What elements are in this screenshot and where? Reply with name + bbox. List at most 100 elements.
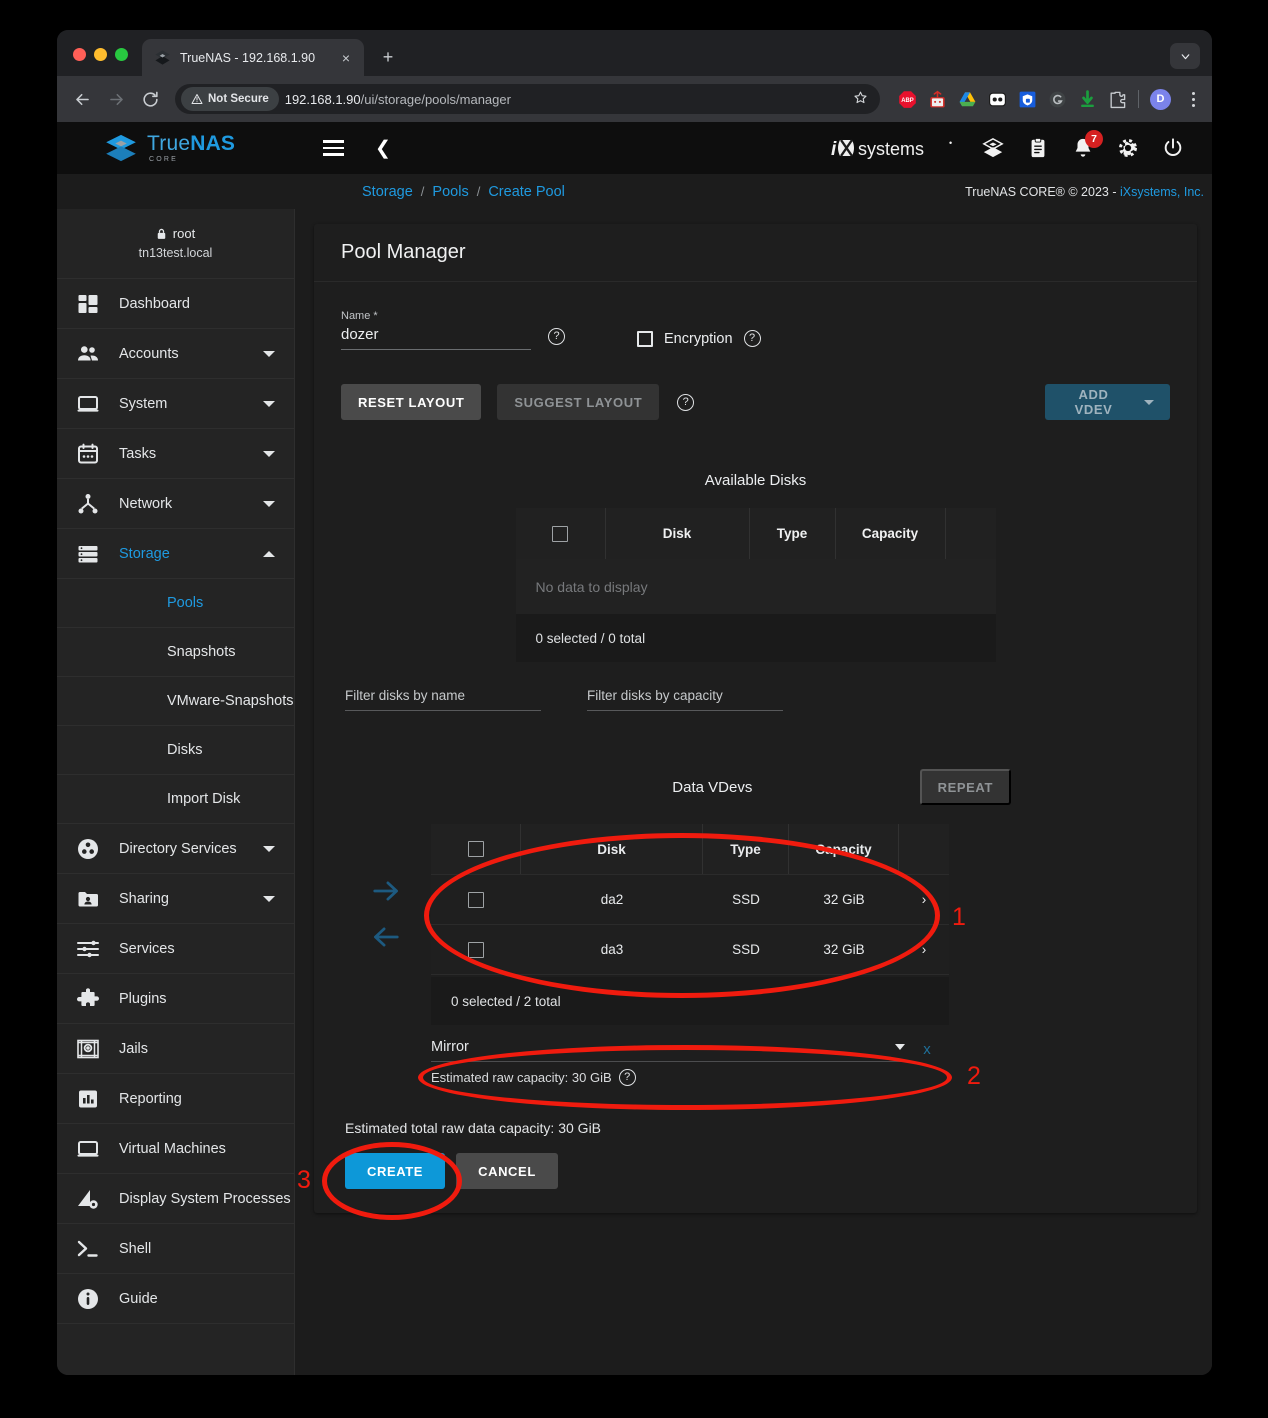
hamburger-menu-icon[interactable] [323,140,344,156]
row-checkbox-cell[interactable] [431,875,521,924]
column-header-disk[interactable]: Disk [606,508,750,559]
browser-tab[interactable]: TrueNAS - 192.168.1.90 × [142,39,364,76]
row-expand-chevron-right-icon[interactable]: › [899,925,949,974]
jobs-clipboard-icon[interactable] [1027,137,1049,159]
sidebar-item-snapshots[interactable]: Snapshots [57,628,294,677]
reload-button[interactable] [135,84,165,114]
sidebar-item-display-system-processes[interactable]: Display System Processes [57,1174,294,1224]
ixsystems-link[interactable]: iXsystems, Inc. [1120,185,1204,199]
estimated-raw-capacity-help-icon[interactable]: ? [618,1069,636,1086]
reset-layout-button[interactable]: RESET LAYOUT [341,384,482,420]
cancel-button[interactable]: CANCEL [456,1153,558,1189]
row-checkbox-cell[interactable] [431,925,521,974]
row-expand-chevron-right-icon[interactable]: › [899,875,949,924]
vdev-select-all-cell[interactable] [431,824,521,874]
sidebar-item-plugins[interactable]: Plugins [57,974,294,1024]
column-header-capacity[interactable]: Capacity [836,508,946,559]
window-close-button[interactable] [73,48,86,61]
pool-name-help-icon[interactable]: ? [548,328,565,345]
arrow-left-icon[interactable] [371,922,401,952]
back-button[interactable] [67,84,97,114]
sidebar-item-directory-services[interactable]: Directory Services [57,824,294,874]
chevron-down-icon[interactable] [263,845,275,852]
column-header-type[interactable]: Type [750,508,836,559]
new-tab-button[interactable]: + [374,43,402,71]
vdev-layout-select[interactable]: Mirror [431,1039,905,1062]
tab-list-chevron-down-icon[interactable] [1170,43,1200,69]
arrow-right-icon[interactable] [371,876,401,906]
security-status-badge[interactable]: Not Secure [181,87,279,111]
repeat-button[interactable]: REPEAT [919,769,1011,805]
chevron-down-icon[interactable] [263,450,275,457]
table-row[interactable]: da2 SSD 32 GiB › [431,875,949,925]
sidebar-item-dashboard[interactable]: Dashboard [57,279,294,329]
sidebar-item-reporting[interactable]: Reporting [57,1074,294,1124]
sidebar-item-import-disk[interactable]: Import Disk [57,775,294,824]
chevron-down-icon[interactable] [263,895,275,902]
filter-by-capacity-input[interactable]: Filter disks by capacity [587,688,783,711]
tab-close-icon[interactable]: × [337,49,355,67]
download-icon[interactable] [1078,89,1097,109]
select-all-checkbox[interactable] [552,525,568,542]
chevron-left-icon[interactable]: ❮ [375,139,391,158]
vdev-column-header-capacity[interactable]: Capacity [789,824,899,874]
app-brand[interactable]: TrueNAS CORE [57,133,295,163]
alerts-bell-icon[interactable]: 7 [1072,130,1103,159]
bitwarden-icon[interactable] [1018,90,1037,109]
sidebar-item-guide[interactable]: Guide [57,1274,294,1324]
suggest-layout-button[interactable]: SUGGEST LAYOUT [497,384,660,420]
row-checkbox[interactable] [468,941,484,958]
remove-vdev-button[interactable]: x [905,1039,949,1058]
row-checkbox[interactable] [468,891,484,908]
sidebar-item-vmware-snapshots[interactable]: VMware-Snapshots [57,677,294,726]
extensions-puzzle-icon[interactable] [1108,90,1127,109]
chevron-down-icon[interactable] [263,400,275,407]
vdev-column-header-type[interactable]: Type [703,824,789,874]
vdev-select-all-checkbox[interactable] [467,841,484,857]
sidebar-item-tasks[interactable]: Tasks [57,429,294,479]
address-bar[interactable]: Not Secure 192.168.1.90/ui/storage/pools… [175,84,880,114]
select-all-header-cell[interactable] [516,508,606,559]
sidebar-item-network[interactable]: Network [57,479,294,529]
breadcrumb-item-create-pool[interactable]: Create Pool [488,184,565,200]
power-icon[interactable] [1162,137,1184,159]
sidebar-item-virtual-machines[interactable]: Virtual Machines [57,1124,294,1174]
layout-help-icon[interactable]: ? [677,393,695,411]
settings-gear-icon[interactable] [1117,137,1139,159]
sidebar-item-shell[interactable]: Shell [57,1224,294,1274]
url-path: /ui/storage/pools/manager [360,91,511,107]
sidebar-item-jails[interactable]: Jails [57,1024,294,1074]
grammarly-icon[interactable] [1048,90,1067,109]
google-drive-icon[interactable] [958,90,977,109]
breadcrumb-item-storage[interactable]: Storage [362,184,413,200]
breadcrumb-item-pools[interactable]: Pools [432,184,468,200]
pocket-casts-icon[interactable] [988,90,1007,109]
filter-by-name-input[interactable]: Filter disks by name [345,688,541,711]
create-button[interactable]: CREATE [345,1153,446,1189]
profile-avatar[interactable]: D [1150,88,1171,110]
lastpass-icon[interactable] [928,90,947,109]
sidebar-item-storage[interactable]: Storage [57,529,294,579]
encryption-checkbox[interactable] [637,330,653,347]
sidebar-item-system[interactable]: System [57,379,294,429]
tasks-manager-icon[interactable] [982,137,1004,159]
vdev-column-header-disk[interactable]: Disk [521,824,703,874]
table-row[interactable]: da3 SSD 32 GiB › [431,925,949,975]
pool-name-input[interactable] [341,326,531,350]
adblock-plus-icon[interactable]: ABP [898,90,917,109]
chevron-down-icon[interactable] [263,500,275,507]
encryption-help-icon[interactable]: ? [743,330,761,347]
sidebar-item-disks[interactable]: Disks [57,726,294,775]
chevron-up-icon[interactable] [263,550,275,557]
sidebar-item-sharing[interactable]: Sharing [57,874,294,924]
browser-menu-kebab-icon[interactable] [1182,91,1202,107]
sidebar-item-services[interactable]: Services [57,924,294,974]
chevron-down-icon[interactable] [263,350,275,357]
sidebar-item-pools[interactable]: Pools [57,579,294,628]
star-icon[interactable] [849,90,872,109]
add-vdev-button[interactable]: ADD VDEV [1045,384,1170,420]
sidebar-item-accounts[interactable]: Accounts [57,329,294,379]
forward-button[interactable] [101,84,131,114]
window-minimize-button[interactable] [94,48,107,61]
window-maximize-button[interactable] [115,48,128,61]
